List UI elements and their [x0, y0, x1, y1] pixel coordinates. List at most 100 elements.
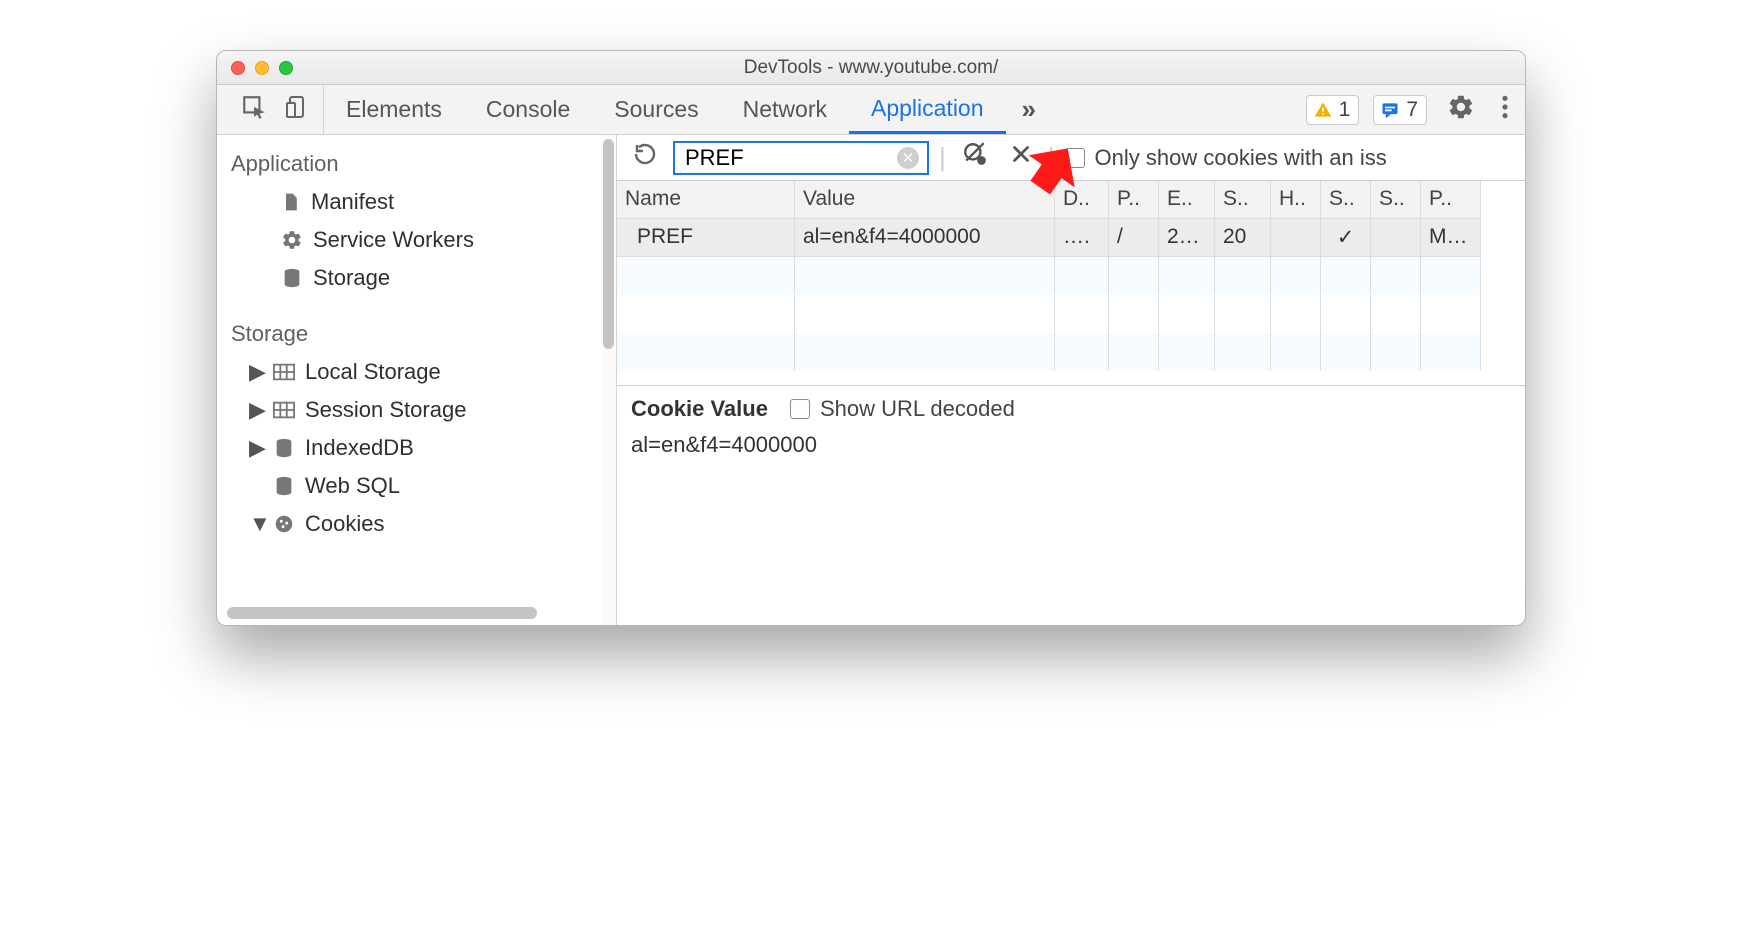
col-value[interactable]: Value [795, 181, 1055, 219]
sidebar-item-label: IndexedDB [305, 435, 414, 461]
sidebar-item-cookies[interactable]: ▼ Cookies [227, 505, 616, 543]
sidebar-item-indexeddb[interactable]: ▶ IndexedDB [227, 429, 616, 467]
chevron-right-icon: ▶ [249, 359, 263, 385]
kebab-menu-icon[interactable] [1495, 94, 1515, 126]
devtools-window: DevTools - www.youtube.com/ Elements Con… [216, 50, 1526, 626]
tab-console[interactable]: Console [464, 85, 592, 134]
tab-elements[interactable]: Elements [324, 85, 464, 134]
cookie-value-title: Cookie Value [631, 396, 768, 422]
chevron-right-icon: ▶ [249, 397, 263, 423]
separator: | [939, 142, 946, 173]
device-toolbar-icon[interactable] [285, 94, 309, 126]
filter-input[interactable]: ✕ [673, 141, 929, 175]
cookies-table: Name Value D.. P.. E.. S.. H.. S.. S.. P… [617, 181, 1525, 386]
cookies-toolbar: ✕ | | Only show cookies with an iss [617, 135, 1525, 181]
sidebar-item-service-workers[interactable]: Service Workers [227, 221, 616, 259]
cookie-icon [273, 513, 295, 535]
col-path[interactable]: P.. [1109, 181, 1159, 219]
window-title: DevTools - www.youtube.com/ [217, 57, 1525, 79]
chevron-right-icon: ▶ [249, 435, 263, 461]
sidebar-item-label: Manifest [311, 189, 394, 215]
section-application: Application [227, 141, 616, 183]
table-row[interactable] [617, 333, 1525, 371]
messages-badge[interactable]: 7 [1373, 95, 1427, 125]
sidebar-item-local-storage[interactable]: ▶ Local Storage [227, 353, 616, 391]
col-samesite[interactable]: S.. [1371, 181, 1421, 219]
table-header-row: Name Value D.. P.. E.. S.. H.. S.. S.. P… [617, 181, 1525, 219]
settings-icon[interactable] [1441, 93, 1481, 127]
reload-icon[interactable] [627, 142, 663, 173]
select-element-icon[interactable] [241, 94, 267, 126]
sidebar-item-label: Cookies [305, 511, 384, 537]
only-issues-label: Only show cookies with an iss [1095, 145, 1387, 171]
top-tabstrip: Elements Console Sources Network Applica… [217, 85, 1525, 135]
cell-path: / [1109, 219, 1159, 257]
sidebar-item-label: Session Storage [305, 397, 466, 423]
sidebar-item-app-storage[interactable]: Storage [227, 259, 616, 297]
col-name[interactable]: Name [617, 181, 795, 219]
filter-text[interactable] [683, 144, 873, 172]
tab-network[interactable]: Network [721, 85, 849, 134]
cookies-panel: ✕ | | Only show cookies with an iss [617, 135, 1525, 625]
section-storage: Storage [227, 311, 616, 353]
col-expires[interactable]: E.. [1159, 181, 1215, 219]
tab-sources[interactable]: Sources [592, 85, 720, 134]
sidebar-item-web-sql[interactable]: Web SQL [227, 467, 616, 505]
messages-count: 7 [1406, 98, 1418, 122]
sidebar-item-label: Local Storage [305, 359, 441, 385]
sidebar-item-label: Service Workers [313, 227, 474, 253]
cell-size: 20 [1215, 219, 1271, 257]
clear-all-icon[interactable] [956, 141, 994, 174]
maximize-window-icon[interactable] [279, 61, 293, 75]
cell-httponly [1271, 219, 1321, 257]
sidebar-h-scrollbar[interactable] [227, 607, 537, 619]
warnings-badge[interactable]: 1 [1306, 95, 1360, 125]
database-icon [281, 267, 303, 289]
sidebar-item-session-storage[interactable]: ▶ Session Storage [227, 391, 616, 429]
gear-icon [281, 229, 303, 251]
col-httponly[interactable]: H.. [1271, 181, 1321, 219]
cell-samesite [1371, 219, 1421, 257]
close-window-icon[interactable] [231, 61, 245, 75]
cell-priority: M… [1421, 219, 1481, 257]
checkbox-icon [1065, 148, 1085, 168]
checkbox-icon [790, 399, 810, 419]
clear-filter-icon[interactable]: ✕ [897, 147, 919, 169]
inspect-tools [227, 85, 324, 134]
table-icon [273, 362, 295, 382]
table-icon [273, 400, 295, 420]
only-issues-checkbox[interactable]: Only show cookies with an iss [1065, 145, 1387, 171]
col-secure[interactable]: S.. [1321, 181, 1371, 219]
col-size[interactable]: S.. [1215, 181, 1271, 219]
cell-domain: …. [1055, 219, 1109, 257]
panel-tabs: Elements Console Sources Network Applica… [324, 85, 1052, 134]
application-sidebar: Application Manifest Service Workers Sto… [217, 135, 617, 625]
cell-value: al=en&f4=4000000 [795, 219, 1055, 257]
col-domain[interactable]: D.. [1055, 181, 1109, 219]
sidebar-scrollbar[interactable] [601, 135, 616, 625]
cell-expires: 2… [1159, 219, 1215, 257]
cell-secure: ✓ [1321, 219, 1371, 257]
sidebar-item-label: Storage [313, 265, 390, 291]
database-icon [273, 475, 295, 497]
table-row[interactable] [617, 295, 1525, 333]
file-icon [281, 190, 301, 214]
database-icon [273, 437, 295, 459]
cell-name: PREF [617, 219, 795, 257]
show-url-decoded-checkbox[interactable]: Show URL decoded [790, 396, 1015, 422]
table-row[interactable]: PREF al=en&f4=4000000 …. / 2… 20 ✓ M… [617, 219, 1525, 257]
chevron-down-icon: ▼ [249, 511, 263, 537]
delete-icon[interactable] [1004, 143, 1038, 172]
traffic-lights [231, 61, 293, 75]
sidebar-item-manifest[interactable]: Manifest [227, 183, 616, 221]
tabs-overflow-icon[interactable]: » [1006, 94, 1052, 125]
table-row[interactable] [617, 257, 1525, 295]
cookie-details: Cookie Value Show URL decoded al=en&f4=4… [617, 386, 1525, 625]
window-titlebar: DevTools - www.youtube.com/ [217, 51, 1525, 85]
col-priority[interactable]: P.. [1421, 181, 1481, 219]
panel-body: Application Manifest Service Workers Sto… [217, 135, 1525, 625]
show-url-decoded-label: Show URL decoded [820, 396, 1015, 422]
minimize-window-icon[interactable] [255, 61, 269, 75]
tab-application[interactable]: Application [849, 85, 1006, 134]
warnings-count: 1 [1339, 98, 1351, 122]
